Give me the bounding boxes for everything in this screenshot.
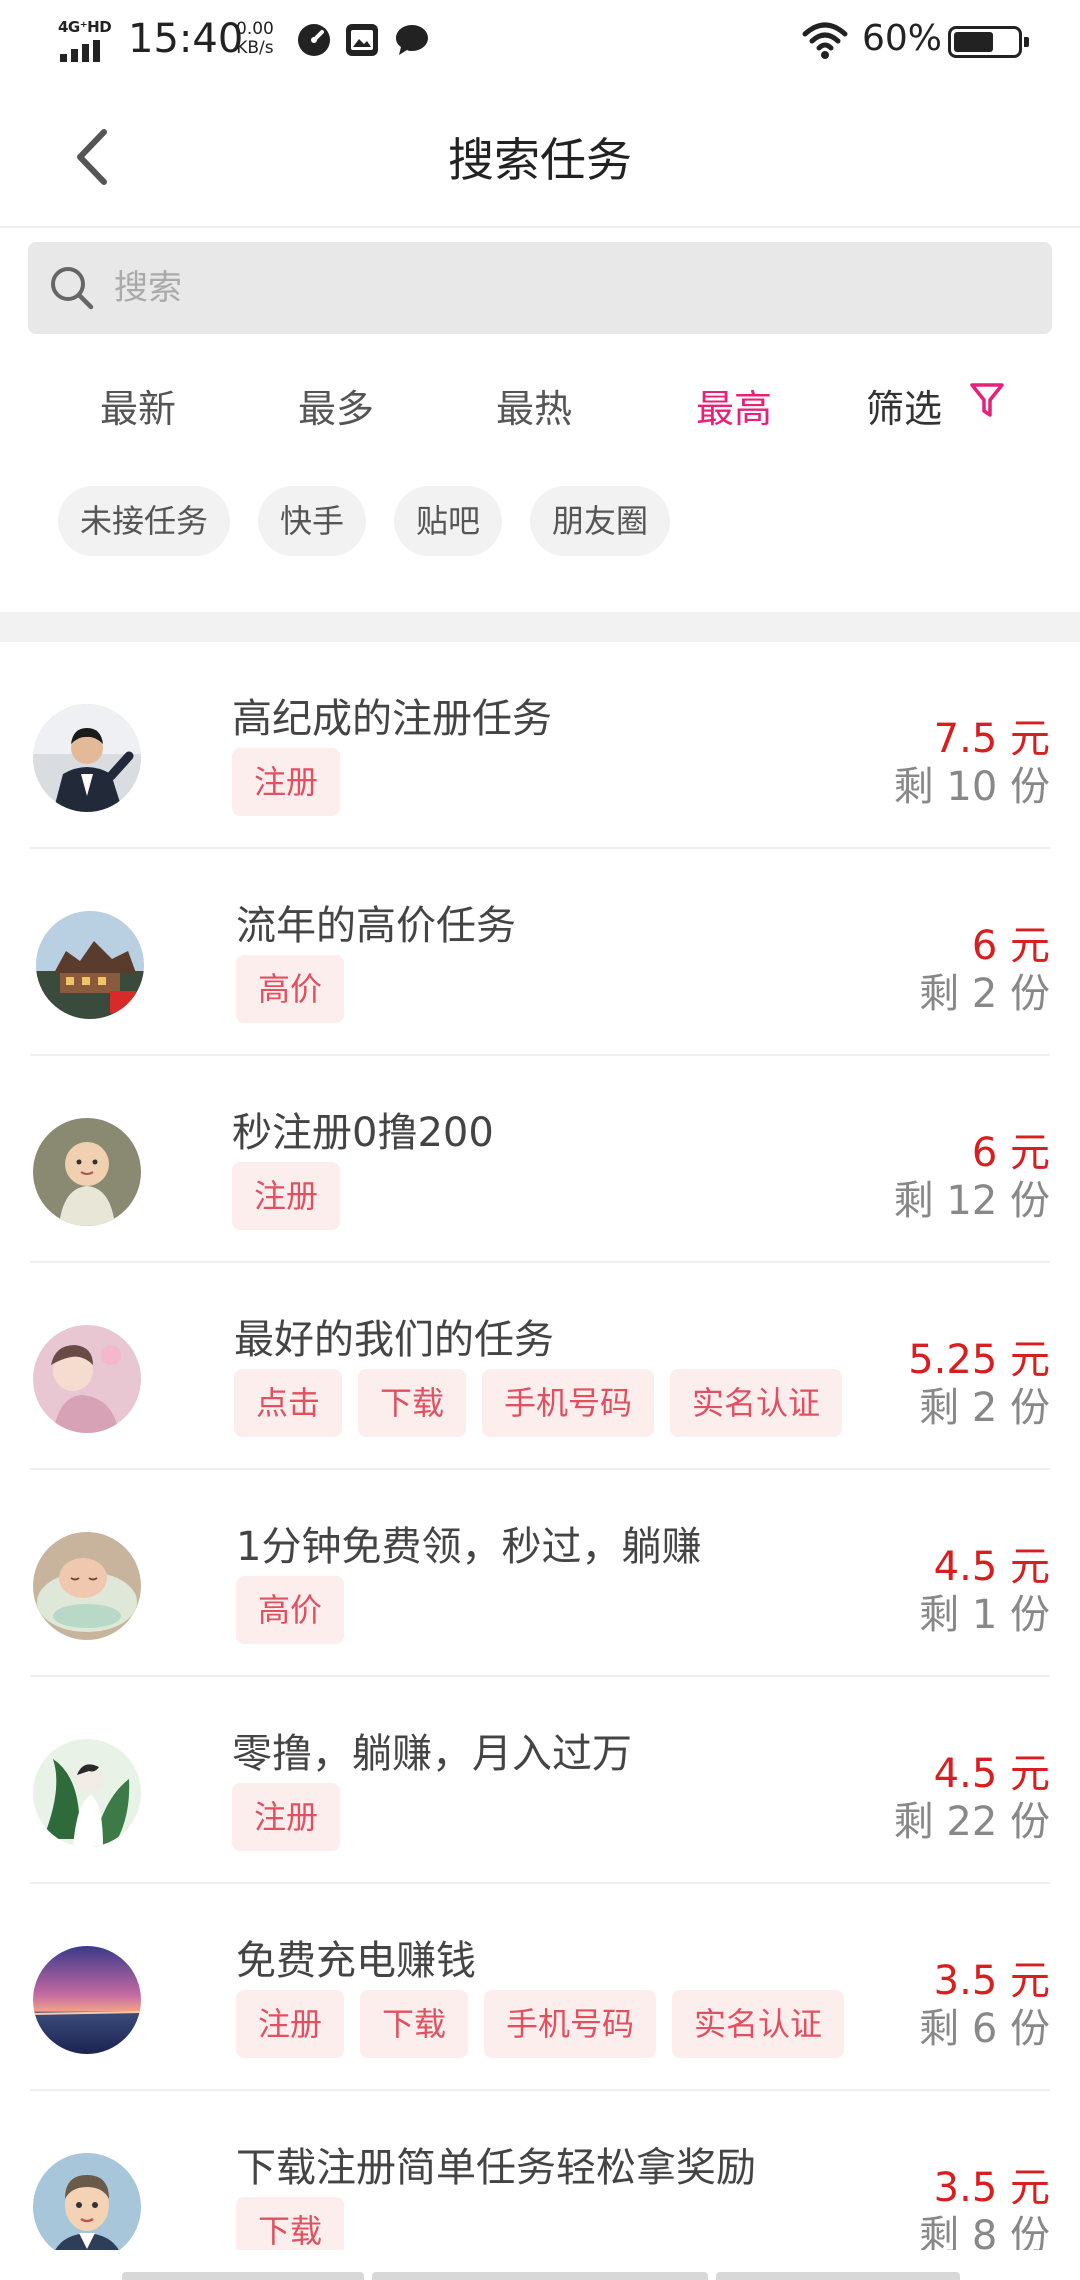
- task-item[interactable]: 下载注册简单任务轻松拿奖励 下载 3.5 元 剩 8 份: [0, 2091, 1080, 2250]
- task-tag: 注册: [232, 1783, 341, 1851]
- task-tag: 注册: [232, 1162, 341, 1230]
- battery-percent: 60%: [862, 18, 943, 59]
- task-title: 下载注册简单任务轻松拿奖励: [236, 2145, 756, 2191]
- tab-hottest[interactable]: 最热: [496, 378, 572, 433]
- task-remaining: 剩 2 份: [919, 1385, 1050, 1431]
- task-remaining: 剩 10 份: [893, 764, 1050, 810]
- green-art-avatar: [33, 1739, 141, 1847]
- bottom-tab-hint: [716, 2272, 960, 2280]
- task-item[interactable]: 零撸，躺赚，月入过万 注册 4.5 元 剩 22 份: [0, 1677, 1080, 1884]
- task-tag: 手机号码: [482, 1369, 655, 1437]
- task-item[interactable]: 高纪成的注册任务 注册 7.5 元 剩 10 份: [0, 642, 1080, 849]
- task-tags: 高价: [236, 1576, 345, 1644]
- filter-button[interactable]: 筛选: [866, 378, 942, 433]
- task-title: 高纪成的注册任务: [232, 696, 552, 742]
- tab-most[interactable]: 最多: [298, 378, 374, 433]
- filter-icon[interactable]: [968, 380, 1006, 420]
- battery-icon: [948, 26, 1029, 58]
- pink-portrait-avatar: [33, 1325, 141, 1433]
- task-title: 免费充电赚钱: [236, 1938, 476, 1984]
- task-title: 1分钟免费领，秒过，躺赚: [236, 1524, 702, 1570]
- tab-newest[interactable]: 最新: [100, 378, 176, 433]
- chip-kuaishou[interactable]: 快手: [258, 486, 367, 556]
- sunset-avatar: [33, 1946, 141, 2054]
- task-tag: 注册: [232, 748, 341, 816]
- task-tag: 下载: [360, 1990, 469, 2058]
- task-tag: 实名认证: [672, 1990, 845, 2058]
- signal-icon: 4G⁺HD: [58, 18, 114, 62]
- building-avatar: [36, 911, 144, 1019]
- chip-tieba[interactable]: 贴吧: [394, 486, 503, 556]
- task-remaining: 剩 2 份: [919, 971, 1050, 1017]
- task-remaining: 剩 22 份: [893, 1799, 1050, 1845]
- task-tag: 高价: [236, 1576, 345, 1644]
- chip-unaccepted-tasks[interactable]: 未接任务: [58, 486, 231, 556]
- status-time: 15:40: [128, 16, 244, 62]
- wifi-icon: [802, 22, 848, 59]
- network-type: 4G⁺HD: [58, 18, 112, 36]
- chip-moments[interactable]: 朋友圈: [530, 486, 671, 556]
- task-remaining: 剩 12 份: [893, 1178, 1050, 1224]
- task-tags: 注册: [232, 1162, 341, 1230]
- task-tag: 下载: [236, 2197, 345, 2250]
- sleeping-baby-avatar: [33, 1532, 141, 1640]
- speed-unit: KB/s: [236, 38, 274, 58]
- task-tag: 手机号码: [484, 1990, 657, 2058]
- task-tags: 注册: [232, 1783, 341, 1851]
- bottom-tab-hint: [372, 2272, 708, 2280]
- task-title: 秒注册0撸200: [232, 1110, 494, 1156]
- task-title: 零撸，躺赚，月入过万: [232, 1731, 632, 1777]
- section-divider: [0, 612, 1080, 642]
- status-bar: 4G⁺HD 15:40 0.00 KB/s 60%: [0, 0, 1080, 82]
- search-icon: [51, 267, 94, 310]
- task-item[interactable]: 流年的高价任务 高价 6 元 剩 2 份: [0, 849, 1080, 1056]
- header: 搜索任务: [0, 82, 1080, 228]
- baby-avatar: [33, 1118, 141, 1226]
- task-title: 最好的我们的任务: [234, 1317, 554, 1363]
- task-item[interactable]: 最好的我们的任务 点击 下载 手机号码 实名认证 5.25 元 剩 2 份: [0, 1263, 1080, 1470]
- task-tags: 点击 下载 手机号码 实名认证: [234, 1369, 843, 1437]
- category-chips: 未接任务 快手 贴吧 朋友圈: [58, 486, 671, 556]
- task-item[interactable]: 免费充电赚钱 注册 下载 手机号码 实名认证 3.5 元 剩 6 份: [0, 1884, 1080, 2091]
- sort-tabs: 最新 最多 最热 最高 筛选: [0, 360, 1080, 452]
- cartoon-man-avatar: [33, 2153, 141, 2250]
- bottom-tab-hint: [122, 2272, 364, 2280]
- task-title: 流年的高价任务: [236, 903, 516, 949]
- speed-value: 0.00: [236, 19, 274, 39]
- network-speed: 0.00 KB/s: [236, 20, 274, 58]
- task-item[interactable]: 秒注册0撸200 注册 6 元 剩 12 份: [0, 1056, 1080, 1263]
- task-tag: 下载: [358, 1369, 467, 1437]
- gallery-icon: [346, 24, 378, 56]
- task-item[interactable]: 1分钟免费领，秒过，躺赚 高价 4.5 元 剩 1 份: [0, 1470, 1080, 1677]
- task-tags: 注册: [232, 748, 341, 816]
- message-icon: [396, 25, 428, 55]
- speedometer-icon: [298, 24, 330, 56]
- search-input[interactable]: [114, 242, 1014, 334]
- task-tag: 注册: [236, 1990, 345, 2058]
- task-remaining: 剩 1 份: [919, 1592, 1050, 1638]
- person-suit-avatar: [33, 704, 141, 812]
- task-remaining: 剩 6 份: [919, 2006, 1050, 2052]
- task-tag: 高价: [236, 955, 345, 1023]
- task-tag: 实名认证: [670, 1369, 843, 1437]
- task-tag: 点击: [234, 1369, 343, 1437]
- task-tags: 高价: [236, 955, 345, 1023]
- task-tags: 下载: [236, 2197, 345, 2250]
- task-remaining: 剩 8 份: [919, 2213, 1050, 2250]
- task-list: 高纪成的注册任务 注册 7.5 元 剩 10 份 流年的高价任务 高价 6 元 …: [0, 642, 1080, 2250]
- tab-highest[interactable]: 最高: [696, 378, 772, 433]
- search-bar[interactable]: [28, 242, 1052, 334]
- task-tags: 注册 下载 手机号码 实名认证: [236, 1990, 845, 2058]
- page-title: 搜索任务: [448, 133, 632, 187]
